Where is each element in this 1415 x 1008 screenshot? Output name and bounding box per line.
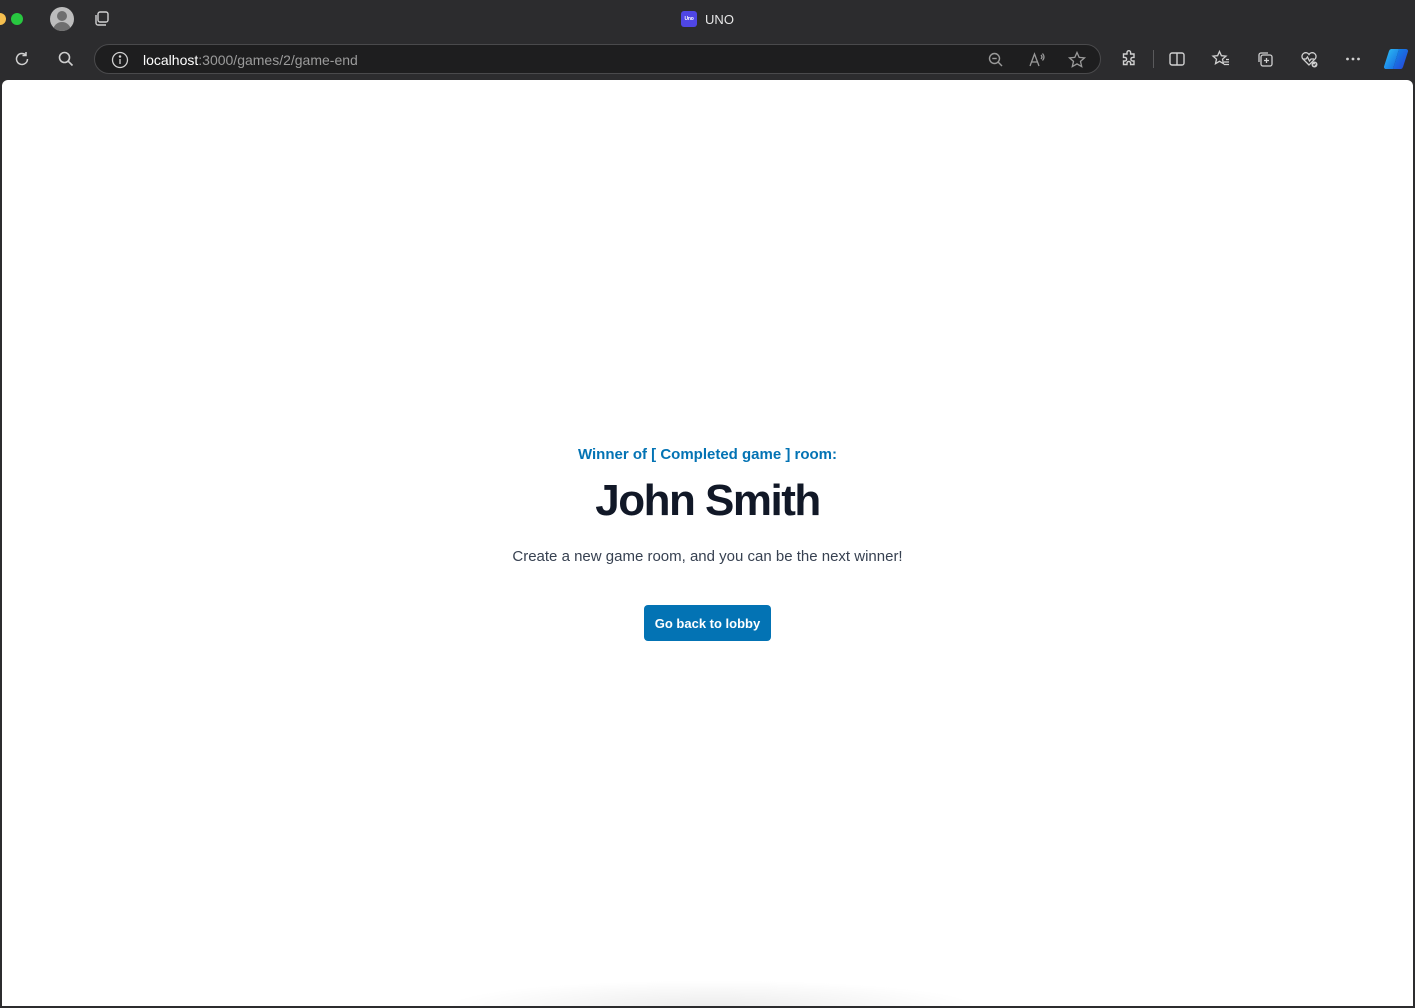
subtext: Create a new game room, and you can be t… xyxy=(512,548,903,565)
winner-name: John Smith xyxy=(595,476,821,525)
url-path: :3000/games/2/game-end xyxy=(198,52,358,68)
bottom-shadow xyxy=(442,980,982,1006)
title-bar: Uno UNO xyxy=(0,0,1415,38)
site-info-icon[interactable] xyxy=(111,51,129,69)
browser-essentials-icon[interactable] xyxy=(1299,49,1319,69)
page-viewport: Winner of [ Completed game ] room: John … xyxy=(2,80,1413,1006)
url-text[interactable]: localhost:3000/games/2/game-end xyxy=(143,52,358,68)
collections-icon[interactable] xyxy=(1255,49,1275,69)
game-end-content: Winner of [ Completed game ] room: John … xyxy=(2,80,1413,1006)
extensions-icon[interactable] xyxy=(1119,49,1139,69)
copilot-icon[interactable] xyxy=(1383,47,1409,71)
refresh-icon[interactable] xyxy=(12,49,32,69)
read-aloud-icon[interactable] xyxy=(1027,50,1047,70)
favorite-star-icon[interactable] xyxy=(1067,50,1087,70)
browser-toolbar: localhost:3000/games/2/game-end xyxy=(0,38,1415,80)
toolbar-divider xyxy=(1153,50,1154,68)
winner-eyebrow: Winner of [ Completed game ] room: xyxy=(577,446,838,463)
active-tab[interactable]: Uno UNO xyxy=(0,0,1415,38)
address-bar[interactable]: localhost:3000/games/2/game-end xyxy=(94,44,1101,74)
favorites-icon[interactable] xyxy=(1211,49,1231,69)
search-icon[interactable] xyxy=(56,49,76,69)
browser-window: Uno UNO localhost:3000/games/2/game-end … xyxy=(0,0,1415,1008)
more-menu-icon[interactable] xyxy=(1343,49,1363,69)
zoom-out-icon[interactable] xyxy=(986,50,1006,70)
go-back-to-lobby-button[interactable]: Go back to lobby xyxy=(644,605,771,641)
tab-title: UNO xyxy=(705,11,734,27)
uno-favicon-icon: Uno xyxy=(681,11,698,27)
split-screen-icon[interactable] xyxy=(1167,49,1187,69)
url-host: localhost xyxy=(143,52,199,68)
